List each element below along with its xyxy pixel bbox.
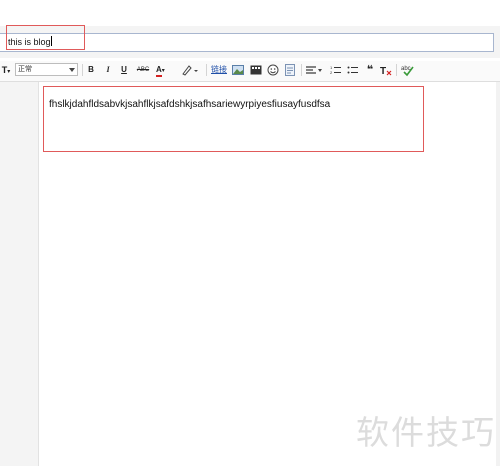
paragraph-format-select[interactable]: 正常 bbox=[15, 63, 78, 76]
quote-icon[interactable]: ❝ bbox=[364, 63, 376, 77]
code-icon[interactable] bbox=[284, 63, 296, 77]
editor-right-edge bbox=[496, 82, 500, 466]
font-family-icon[interactable]: T▾ bbox=[0, 63, 12, 77]
unordered-list-icon[interactable] bbox=[347, 63, 359, 77]
strikethrough-icon[interactable]: ABC bbox=[135, 63, 151, 77]
chevron-down-icon bbox=[69, 68, 75, 72]
editor-margin-border bbox=[38, 82, 39, 466]
content-highlight-box bbox=[43, 86, 424, 152]
watermark-text: 软件技巧 bbox=[356, 413, 496, 452]
highlight-icon[interactable] bbox=[180, 63, 202, 77]
post-body-editor[interactable]: fhslkjdahfldsabvkjsahflkjsafdshkjsafhsar… bbox=[49, 98, 330, 112]
video-icon[interactable] bbox=[250, 63, 262, 77]
text-caret bbox=[50, 36, 52, 46]
clear-format-icon[interactable]: T bbox=[380, 63, 392, 77]
toolbar-divider bbox=[301, 64, 302, 76]
font-color-icon[interactable]: A▾ bbox=[156, 63, 178, 77]
emoji-icon[interactable] bbox=[267, 63, 279, 77]
editor-left-margin bbox=[0, 82, 38, 466]
align-icon[interactable] bbox=[305, 63, 325, 77]
post-title-input[interactable] bbox=[0, 33, 494, 52]
underline-icon[interactable]: U bbox=[119, 63, 129, 77]
svg-text:T: T bbox=[380, 66, 386, 77]
toolbar-divider bbox=[396, 64, 397, 76]
spellcheck-icon[interactable]: abc bbox=[401, 63, 415, 77]
toolbar-divider bbox=[82, 64, 83, 76]
link-icon[interactable]: 链接 bbox=[210, 63, 228, 77]
toolbar-divider bbox=[206, 64, 207, 76]
paragraph-format-value: 正常 bbox=[18, 66, 32, 73]
ordered-list-icon[interactable]: 12 bbox=[330, 63, 342, 77]
image-icon[interactable] bbox=[232, 63, 244, 77]
svg-text:2: 2 bbox=[330, 70, 333, 75]
post-title-value: this is blog bbox=[8, 36, 52, 47]
bold-icon[interactable]: B bbox=[86, 63, 96, 77]
page-top-strip bbox=[0, 0, 500, 26]
italic-icon[interactable]: I bbox=[103, 63, 113, 77]
